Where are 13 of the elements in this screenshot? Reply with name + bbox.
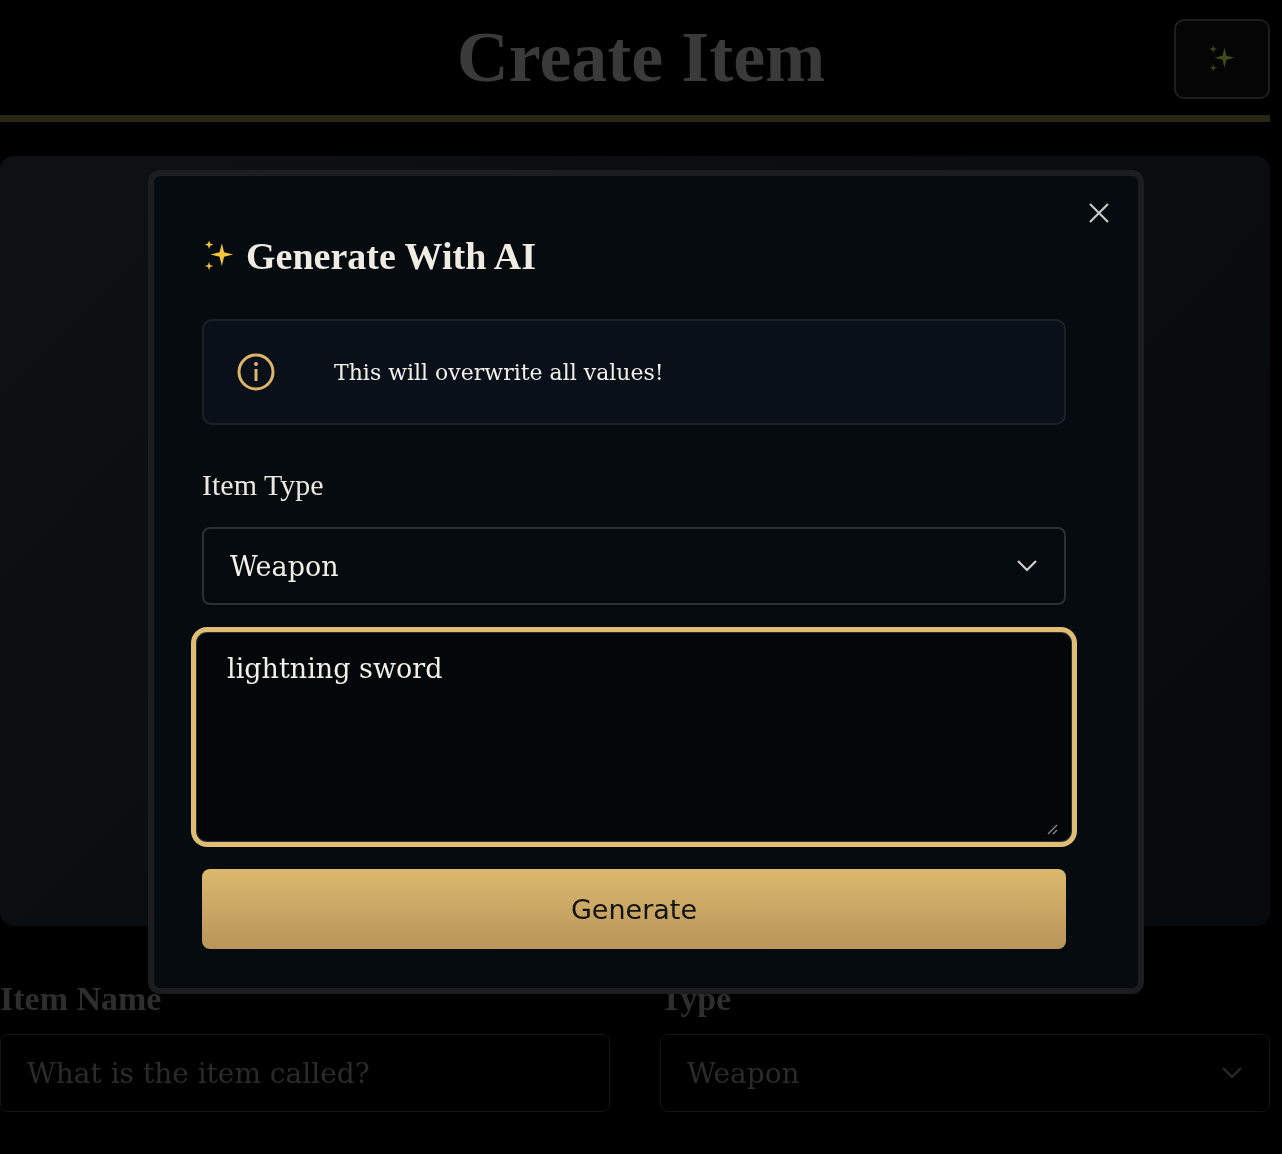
info-icon <box>236 352 276 392</box>
chevron-down-icon <box>1016 559 1038 573</box>
page-title: Create Item <box>456 16 826 99</box>
prompt-field[interactable]: lightning sword <box>195 631 1073 843</box>
close-icon <box>1088 202 1110 224</box>
notice-text: This will overwrite all values! <box>334 359 664 385</box>
resize-grip-icon[interactable] <box>1046 823 1058 835</box>
generate-button[interactable]: Generate <box>202 869 1066 949</box>
sparkle-icon <box>1207 44 1237 74</box>
field-label: Item Type <box>202 467 325 503</box>
item-type-select[interactable]: Weapon <box>202 527 1066 605</box>
chevron-down-icon <box>1221 1066 1243 1080</box>
dialog-title: Generate With AI <box>246 234 536 278</box>
